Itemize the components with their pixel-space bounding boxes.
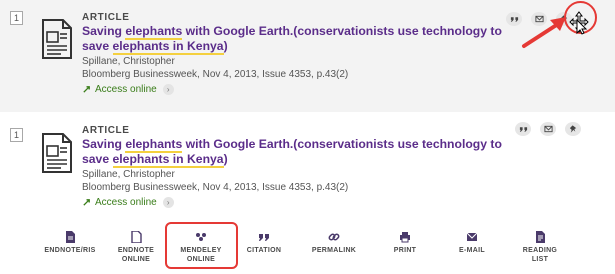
quote-icon[interactable] (515, 122, 531, 136)
result-title[interactable]: Saving elephants with Google Earth.(cons… (82, 137, 502, 168)
result-title[interactable]: Saving elephants with Google Earth.(cons… (82, 24, 502, 55)
access-online-label: Access online (95, 197, 157, 208)
link-icon (328, 233, 340, 241)
link-icon (83, 199, 90, 206)
resource-type: ARTICLE (82, 12, 130, 23)
chevron-right-icon: › (162, 197, 174, 208)
search-term-highlight: elephants (125, 137, 183, 153)
article-document-icon (42, 133, 72, 173)
chevron-right-icon: › (162, 84, 174, 95)
result-index: 1 (10, 128, 23, 142)
print-button[interactable]: PRINT (375, 231, 435, 255)
reading-list-button[interactable]: READING LIST (510, 231, 570, 264)
article-document-icon (42, 19, 72, 59)
result-source: Bloomberg Businessweek, Nov 4, 2013, Iss… (82, 69, 349, 80)
annotation-arrow-icon (522, 17, 566, 48)
email-button[interactable]: E-MAIL (442, 231, 502, 255)
quote-icon (259, 234, 269, 241)
citation-button[interactable]: CITATION (234, 231, 294, 255)
access-online-label: Access online (95, 84, 157, 95)
endnote-ris-button[interactable]: ENDNOTE/RIS (40, 231, 100, 255)
send-to-toolbar: ENDNOTE/RIS ENDNOTE ONLINE MENDELEY ONLI… (0, 226, 615, 274)
mendeley-annotation-box (165, 222, 238, 269)
result-index: 1 (10, 11, 23, 25)
search-term-highlight: elephants in Kenya (112, 152, 224, 168)
search-result-2: 1 ARTICLE Saving elephants with Google E… (0, 112, 615, 222)
link-icon (83, 86, 90, 93)
access-online-link[interactable]: Access online › (82, 84, 174, 95)
endnote-online-icon (131, 231, 142, 243)
title-text: Saving (82, 137, 126, 151)
permalink-button[interactable]: PERMALINK (304, 231, 364, 255)
title-text: ) (223, 152, 228, 166)
email-icon[interactable] (540, 122, 556, 136)
title-text: Saving (82, 24, 126, 38)
resource-type: ARTICLE (82, 125, 130, 136)
reading-list-icon (536, 231, 545, 243)
title-text: ) (223, 39, 228, 53)
endnote-online-button[interactable]: ENDNOTE ONLINE (106, 231, 166, 264)
print-icon (400, 232, 410, 243)
result-author: Spillane, Christopher (82, 169, 175, 180)
email-icon (466, 232, 478, 241)
result-author: Spillane, Christopher (82, 56, 175, 67)
result-source: Bloomberg Businessweek, Nov 4, 2013, Iss… (82, 182, 349, 193)
search-term-highlight: elephants in Kenya (112, 39, 224, 55)
search-term-highlight: elephants (125, 24, 183, 40)
pin-icon[interactable] (565, 122, 581, 136)
endnote-ris-icon (66, 231, 75, 243)
move-cursor-icon (569, 11, 589, 35)
result-actions (515, 122, 581, 136)
access-online-link[interactable]: Access online › (82, 197, 174, 208)
